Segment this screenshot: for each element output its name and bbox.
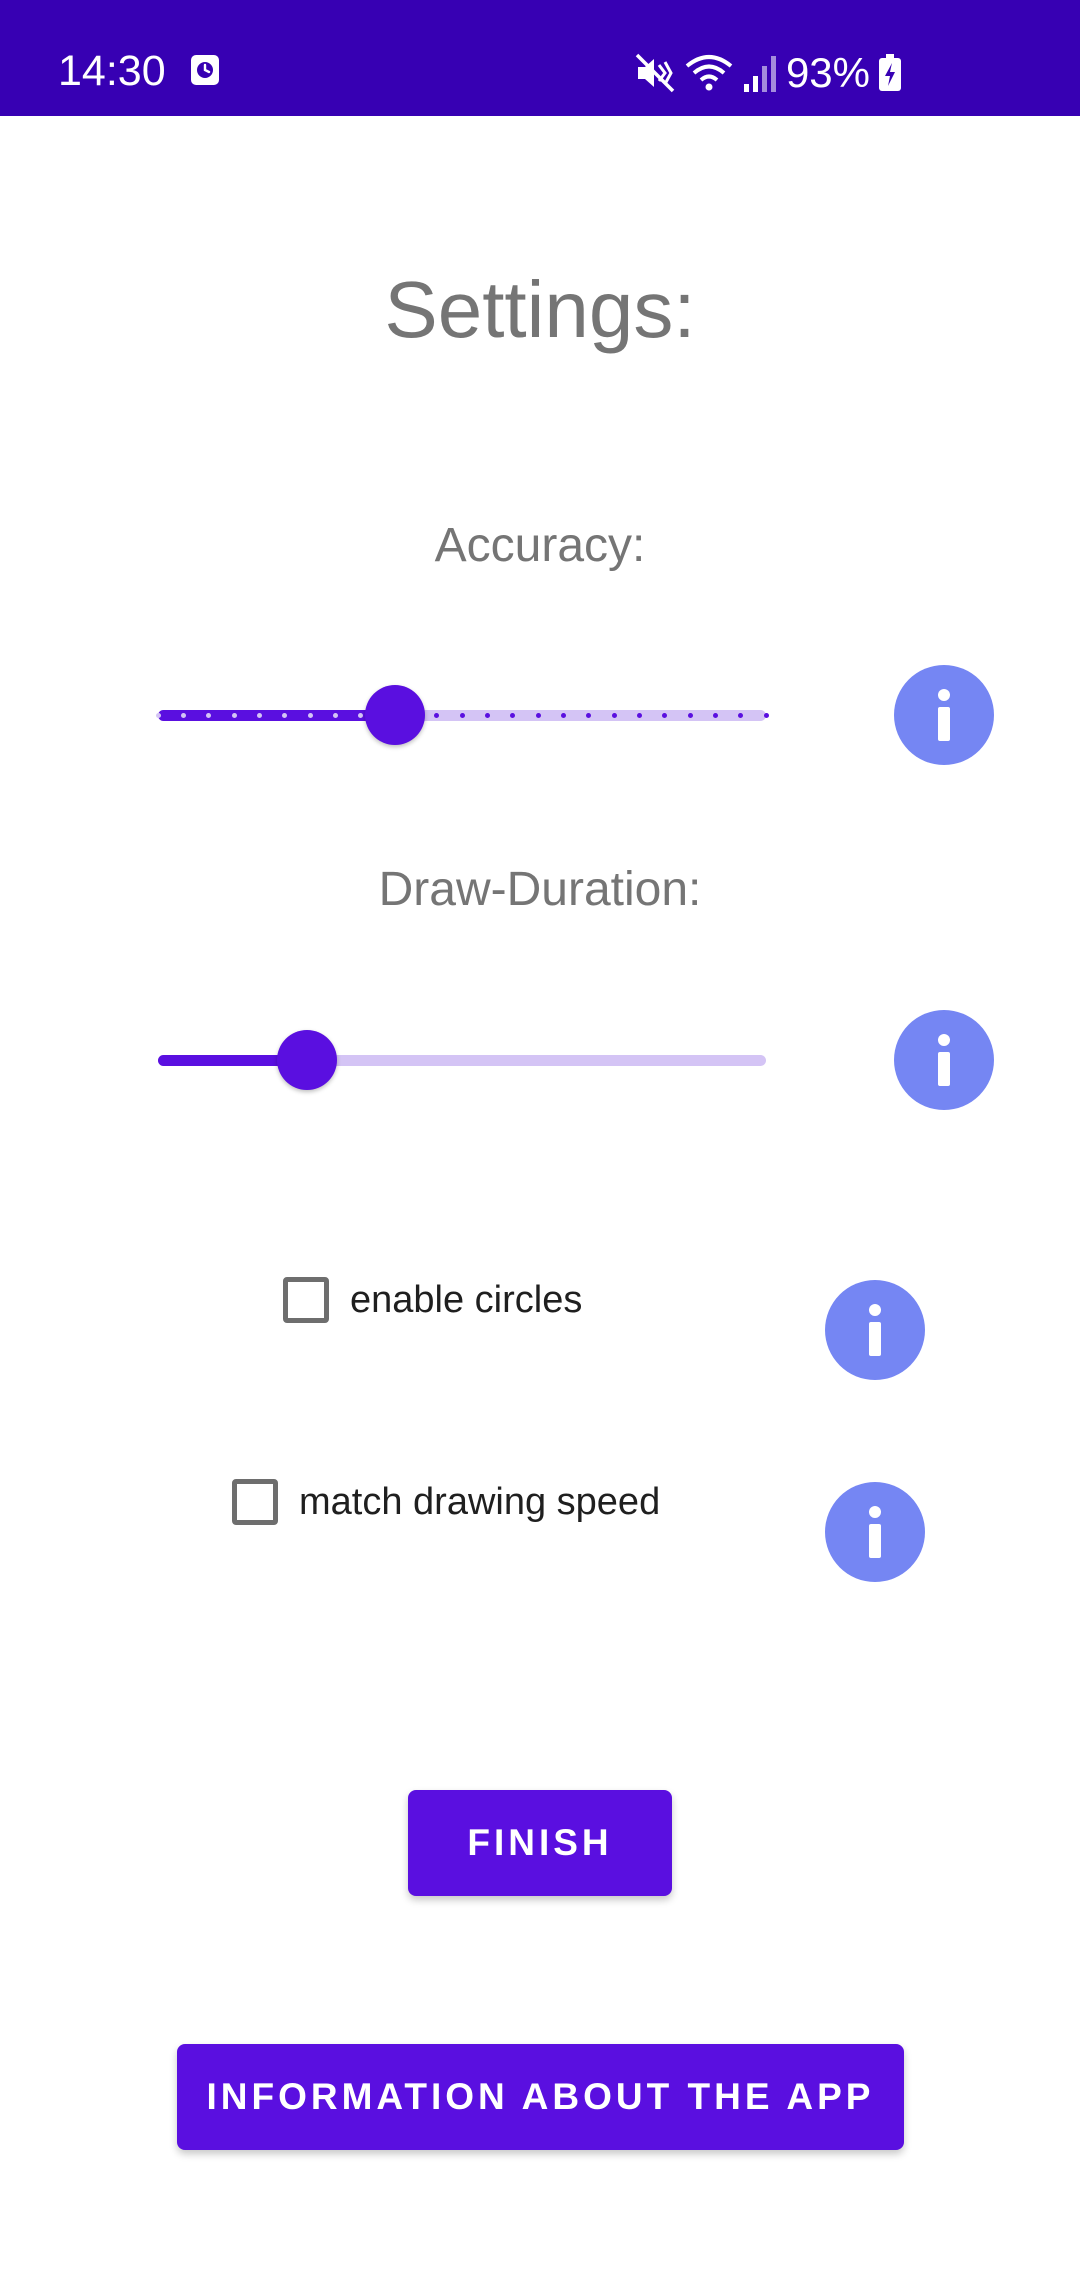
match-drawing-speed-info-button[interactable] [825, 1482, 925, 1582]
slider-tick [484, 713, 490, 718]
signal-icon [743, 56, 776, 92]
enable-circles-checkbox[interactable] [283, 1277, 329, 1323]
accuracy-label: Accuracy: [434, 519, 646, 572]
battery-charging-icon [879, 54, 901, 91]
information-about-app-button[interactable]: INFORMATION ABOUT THE APP [177, 2044, 904, 2150]
info-icon [938, 1034, 950, 1086]
wifi-icon [685, 55, 733, 91]
status-time: 14:30 [58, 47, 166, 95]
enable-circles-option[interactable]: enable circles [276, 1270, 582, 1330]
page-title: Settings: [384, 265, 696, 354]
accuracy-slider[interactable] [155, 685, 769, 745]
slider-tick [687, 713, 693, 718]
slider-tick [155, 713, 161, 718]
draw-duration-info-button[interactable] [894, 1010, 994, 1110]
info-icon [869, 1304, 881, 1356]
slider-tick [231, 713, 237, 718]
slider-tick [256, 713, 262, 718]
draw-duration-slider[interactable] [158, 1030, 766, 1090]
match-drawing-speed-option[interactable]: match drawing speed [225, 1472, 660, 1532]
info-icon [938, 689, 950, 741]
slider-tick [763, 713, 769, 718]
accuracy-info-button[interactable] [894, 665, 994, 765]
slider-tick [712, 713, 718, 718]
enable-circles-label[interactable]: enable circles [350, 1276, 582, 1324]
slider-thumb[interactable] [365, 685, 426, 745]
draw-duration-label: Draw-Duration: [378, 863, 702, 916]
match-drawing-speed-checkbox[interactable] [232, 1479, 278, 1525]
status-icons: 93% [634, 48, 902, 98]
mute-icon [635, 53, 675, 93]
slider-tick [611, 713, 617, 718]
slider-tick [459, 713, 465, 718]
slider-tick [560, 713, 566, 718]
slider-tick [180, 713, 186, 718]
slider-tick [307, 713, 313, 718]
info-icon [869, 1506, 881, 1558]
slider-tick [636, 713, 642, 718]
match-drawing-speed-label[interactable]: match drawing speed [299, 1478, 660, 1526]
slider-tick [332, 713, 338, 718]
battery-percentage: 93% [785, 49, 870, 96]
slider-tick [535, 713, 541, 718]
alarm-icon [191, 55, 219, 85]
status-bar: 14:30 93% [0, 0, 1080, 116]
finish-button[interactable]: FINISH [408, 1790, 672, 1896]
slider-thumb[interactable] [276, 1030, 337, 1090]
enable-circles-info-button[interactable] [825, 1280, 925, 1380]
